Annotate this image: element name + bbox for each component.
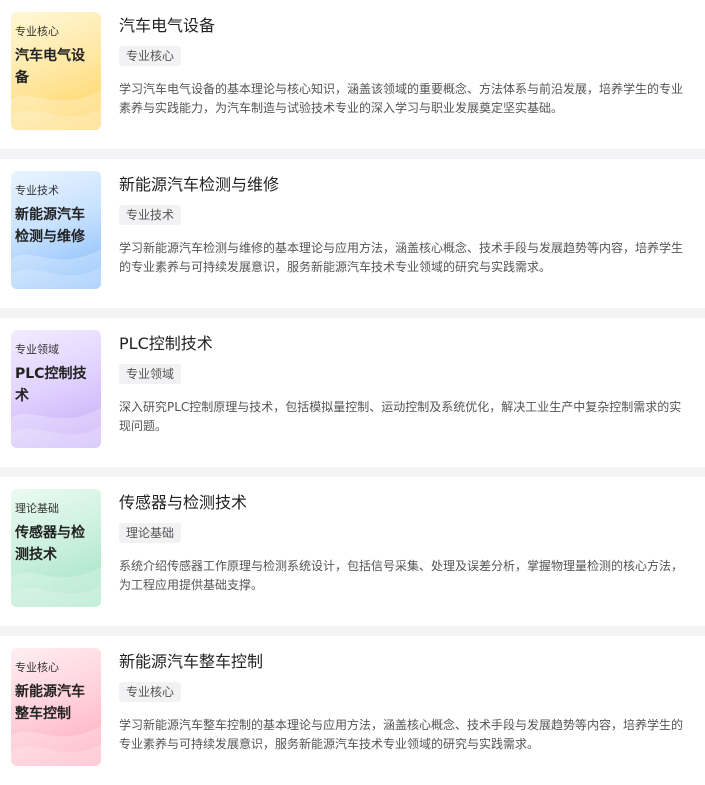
- divider: [0, 626, 705, 636]
- course-info: 汽车电气设备 专业核心 学习汽车电气设备的基本理论与核心知识，涵盖该领域的重要概…: [119, 16, 691, 118]
- course-cover[interactable]: 专业技术 新能源汽车检测与维修: [11, 171, 101, 289]
- cover-category: 理论基础: [15, 502, 59, 515]
- cover-title: 新能源汽车整车控制: [15, 684, 85, 722]
- course-cover[interactable]: 专业核心 汽车电气设备: [11, 12, 101, 130]
- course-card[interactable]: 理论基础 传感器与检测技术 传感器与检测技术 理论基础 系统介绍传感器工作原理与…: [0, 477, 705, 626]
- divider: [0, 467, 705, 477]
- course-tag: 专业领域: [119, 364, 182, 384]
- cover-category: 专业核心: [15, 25, 59, 38]
- course-tag: 专业技术: [119, 205, 182, 225]
- course-title[interactable]: 传感器与检测技术: [119, 493, 691, 513]
- course-title[interactable]: 新能源汽车整车控制: [119, 652, 691, 672]
- course-info: 传感器与检测技术 理论基础 系统介绍传感器工作原理与检测系统设计，包括信号采集、…: [119, 493, 691, 595]
- cover-title: 汽车电气设备: [15, 48, 85, 86]
- course-card[interactable]: 专业核心 汽车电气设备 汽车电气设备 专业核心 学习汽车电气设备的基本理论与核心…: [0, 0, 705, 149]
- cover-title: PLC控制技术: [15, 366, 87, 404]
- course-tag: 专业核心: [119, 46, 182, 66]
- course-description: 学习新能源汽车整车控制的基本理论与应用方法，涵盖核心概念、技术手段与发展趋势等内…: [119, 718, 684, 751]
- course-cover[interactable]: 专业领域 PLC控制技术: [11, 330, 101, 448]
- course-card[interactable]: 专业领域 PLC控制技术 PLC控制技术 专业领域 深入研究PLC控制原理与技术…: [0, 318, 705, 467]
- cover-category: 专业核心: [15, 661, 59, 674]
- course-title[interactable]: 汽车电气设备: [119, 16, 691, 36]
- course-title[interactable]: PLC控制技术: [119, 334, 691, 354]
- divider: [0, 149, 705, 159]
- cover-title: 新能源汽车检测与维修: [15, 207, 85, 245]
- course-description: 系统介绍传感器工作原理与检测系统设计，包括信号采集、处理及误差分析，掌握物理量检…: [119, 559, 684, 592]
- course-tag: 专业核心: [119, 682, 182, 702]
- course-cover[interactable]: 专业核心 新能源汽车整车控制: [11, 648, 101, 766]
- course-card[interactable]: 专业技术 新能源汽车检测与维修 新能源汽车检测与维修 专业技术 学习新能源汽车检…: [0, 159, 705, 308]
- course-description: 深入研究PLC控制原理与技术，包括模拟量控制、运动控制及系统优化，解决工业生产中…: [119, 400, 682, 433]
- course-title[interactable]: 新能源汽车检测与维修: [119, 175, 691, 195]
- course-description: 学习新能源汽车检测与维修的基本理论与应用方法，涵盖核心概念、技术手段与发展趋势等…: [119, 241, 684, 274]
- course-info: 新能源汽车整车控制 专业核心 学习新能源汽车整车控制的基本理论与应用方法，涵盖核…: [119, 652, 691, 754]
- cover-title: 传感器与检测技术: [15, 525, 85, 563]
- course-tag: 理论基础: [119, 523, 182, 543]
- course-info: PLC控制技术 专业领域 深入研究PLC控制原理与技术，包括模拟量控制、运动控制…: [119, 334, 691, 436]
- course-description: 学习汽车电气设备的基本理论与核心知识，涵盖该领域的重要概念、方法体系与前沿发展，…: [119, 82, 684, 115]
- cover-category: 专业技术: [15, 184, 59, 197]
- cover-category: 专业领域: [15, 343, 59, 356]
- course-info: 新能源汽车检测与维修 专业技术 学习新能源汽车检测与维修的基本理论与应用方法，涵…: [119, 175, 691, 277]
- divider: [0, 308, 705, 318]
- course-cover[interactable]: 理论基础 传感器与检测技术: [11, 489, 101, 607]
- course-list: 专业核心 汽车电气设备 汽车电气设备 专业核心 学习汽车电气设备的基本理论与核心…: [0, 0, 705, 785]
- course-card[interactable]: 专业核心 新能源汽车整车控制 新能源汽车整车控制 专业核心 学习新能源汽车整车控…: [0, 636, 705, 785]
